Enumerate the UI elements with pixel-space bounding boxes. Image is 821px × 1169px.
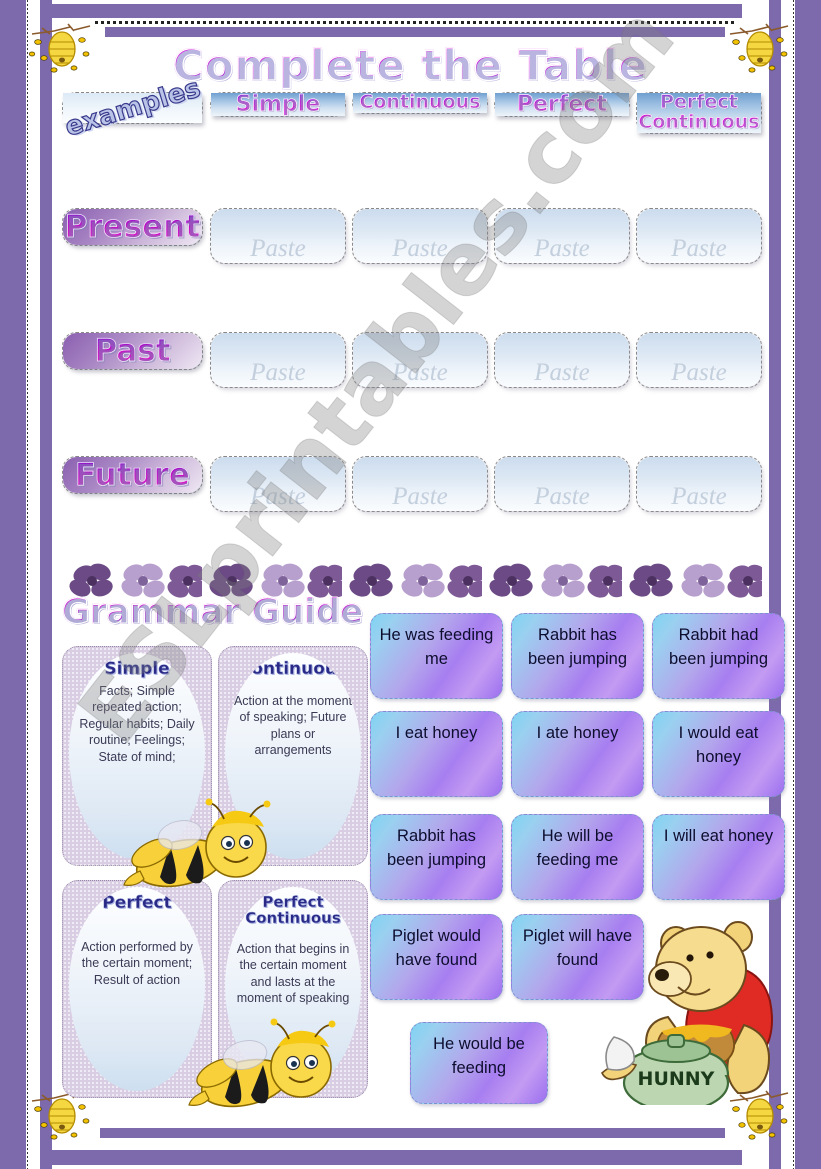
paste-cell[interactable]: Paste bbox=[636, 332, 762, 388]
paste-label: Paste bbox=[534, 359, 590, 386]
paste-cell[interactable]: Paste bbox=[210, 456, 346, 512]
paste-label: Paste bbox=[392, 235, 448, 262]
paste-cell[interactable]: Paste bbox=[352, 208, 488, 264]
paste-label: Paste bbox=[534, 235, 590, 262]
row-label-text: Past bbox=[94, 333, 171, 370]
grammar-card-title: Perfect Continuous bbox=[245, 893, 341, 927]
column-header-label: Continuous bbox=[359, 91, 481, 113]
paste-cell[interactable]: Paste bbox=[352, 332, 488, 388]
sentence-card-text: I ate honey bbox=[536, 724, 619, 742]
flower-icon bbox=[486, 560, 622, 600]
grammar-guide-heading: Grammar Guide bbox=[61, 591, 364, 632]
sentence-card[interactable]: He was feeding me bbox=[370, 613, 503, 699]
bottom-rule-inner bbox=[100, 1128, 725, 1138]
grammar-card-title: Perfect bbox=[102, 893, 172, 913]
top-rule-inner bbox=[105, 27, 725, 37]
paste-label: Paste bbox=[250, 359, 306, 386]
paste-cell[interactable]: Paste bbox=[352, 456, 488, 512]
sentence-card-text: He will be feeding me bbox=[536, 827, 619, 869]
table-header-row: examples Simple Continuous Perfect Perfe… bbox=[61, 73, 762, 193]
grammar-card-body: Action performed by the certain moment; … bbox=[81, 939, 193, 987]
bee-icon bbox=[123, 798, 271, 888]
grammar-card-title: Continuous bbox=[238, 659, 348, 679]
row-label-future: Future bbox=[62, 456, 203, 494]
sentence-card-text: I will eat honey bbox=[663, 827, 774, 845]
bottom-rule-outer bbox=[42, 1150, 742, 1165]
sentence-card[interactable]: Rabbit has been jumping bbox=[511, 613, 644, 699]
row-label-text: Present bbox=[64, 209, 201, 246]
row-label-text: Future bbox=[75, 457, 191, 494]
sentence-card-text: Rabbit has been jumping bbox=[527, 626, 628, 668]
sentence-card[interactable]: I eat honey bbox=[370, 711, 503, 797]
page-border-inner-left bbox=[40, 0, 52, 1169]
page-border-right bbox=[795, 0, 821, 1169]
sentence-card[interactable]: Rabbit has been jumping bbox=[370, 814, 503, 900]
sentence-card-text: Rabbit has been jumping bbox=[386, 827, 487, 869]
paste-label: Paste bbox=[250, 235, 306, 262]
bee-icon bbox=[188, 1018, 336, 1108]
sentence-card[interactable]: Piglet would have found bbox=[370, 914, 503, 1000]
worksheet-page: Complete the Table examples Simple Conti… bbox=[0, 0, 821, 1169]
winnie-the-pooh-icon: HUNNY bbox=[601, 921, 773, 1105]
row-label-past: Past bbox=[62, 332, 203, 370]
paste-label: Paste bbox=[534, 483, 590, 510]
paste-label: Paste bbox=[392, 359, 448, 386]
paste-cell[interactable]: Paste bbox=[636, 208, 762, 264]
paste-label: Paste bbox=[671, 359, 727, 386]
tense-table: examples Simple Continuous Perfect Perfe… bbox=[61, 73, 762, 557]
grammar-card-title: Simple bbox=[104, 659, 170, 679]
paste-cell[interactable]: Paste bbox=[636, 456, 762, 512]
page-border-left bbox=[0, 0, 26, 1169]
paste-label: Paste bbox=[392, 483, 448, 510]
sentence-card-text: He would be feeding bbox=[433, 1035, 525, 1077]
paste-cell[interactable]: Paste bbox=[210, 208, 346, 264]
paste-label: Paste bbox=[671, 235, 727, 262]
row-label-present: Present bbox=[62, 208, 203, 246]
grammar-card-body: Facts; Simple repeated action; Regular h… bbox=[79, 683, 195, 764]
column-header-label: Simple bbox=[235, 92, 321, 117]
sentence-card-text: He was feeding me bbox=[379, 626, 494, 668]
sentence-card[interactable]: Rabbit had been jumping bbox=[652, 613, 785, 699]
sentence-card[interactable]: I ate honey bbox=[511, 711, 644, 797]
column-header-simple: Simple bbox=[210, 92, 346, 118]
top-dotted-rule bbox=[95, 21, 735, 24]
grammar-card-body: Action that begins in the certain moment… bbox=[236, 941, 350, 1006]
sentence-card-text: I eat honey bbox=[395, 724, 478, 742]
paste-cell[interactable]: Paste bbox=[494, 208, 630, 264]
table-row: Present Paste Paste Paste Paste bbox=[62, 208, 762, 314]
table-row: Past Paste Paste Paste Paste bbox=[62, 332, 762, 438]
top-rule-outer bbox=[42, 4, 742, 18]
grammar-card-body: Action at the moment of speaking; Future… bbox=[233, 693, 353, 758]
column-header-perfect-continuous: Perfect Continuous bbox=[636, 92, 762, 134]
sentence-card[interactable]: He will be feeding me bbox=[511, 814, 644, 900]
paste-cell[interactable]: Paste bbox=[210, 332, 346, 388]
sentence-card-text: I would eat honey bbox=[678, 724, 759, 766]
sentence-card[interactable]: I will eat honey bbox=[652, 814, 785, 900]
flower-icon bbox=[626, 560, 762, 600]
column-header-perfect: Perfect bbox=[494, 92, 630, 118]
honey-pot-label: HUNNY bbox=[638, 1068, 715, 1090]
column-header-continuous: Continuous bbox=[352, 92, 488, 114]
sentence-card[interactable]: He would be feeding bbox=[410, 1022, 548, 1104]
column-header-label: Perfect Continuous bbox=[638, 91, 760, 133]
page-dotted-line-left bbox=[27, 0, 28, 1169]
page-dotted-line-right bbox=[793, 0, 794, 1169]
column-header-label: Perfect bbox=[517, 92, 608, 117]
paste-cell[interactable]: Paste bbox=[494, 332, 630, 388]
paste-cell[interactable]: Paste bbox=[494, 456, 630, 512]
sentence-card-text: Piglet would have found bbox=[392, 927, 481, 969]
sentence-card-text: Rabbit had been jumping bbox=[668, 626, 769, 668]
paste-label: Paste bbox=[671, 483, 727, 510]
paste-label: Paste bbox=[250, 483, 306, 510]
table-corner-cell: examples bbox=[61, 73, 205, 144]
table-row: Future Paste Paste Paste Paste bbox=[62, 456, 762, 562]
sentence-card[interactable]: I would eat honey bbox=[652, 711, 785, 797]
